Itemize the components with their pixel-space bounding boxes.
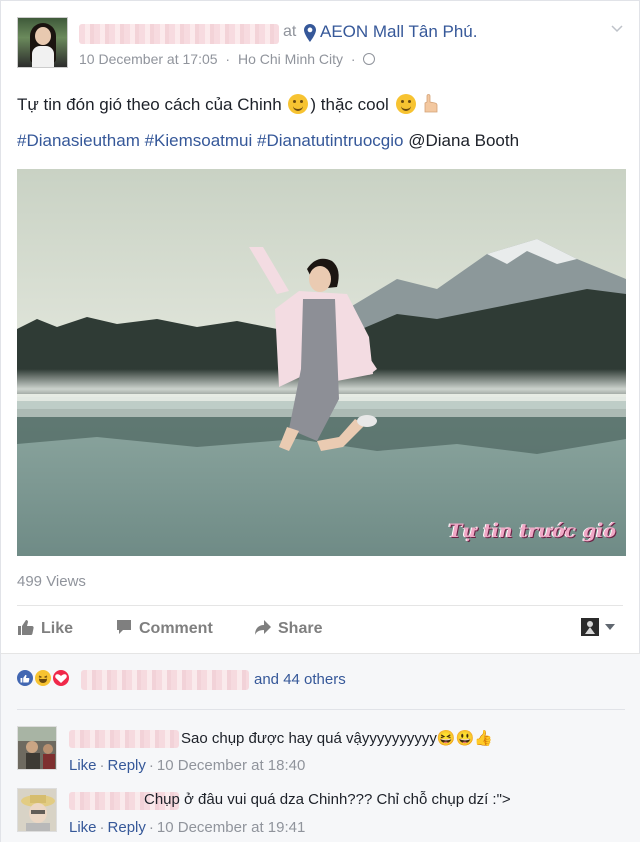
action-bar: Like Comment Share (17, 612, 623, 644)
comments-divider (17, 709, 625, 710)
comment-meta-sep-2: · (148, 757, 154, 774)
comment-meta-sep: · (99, 819, 105, 836)
comment-reply-link[interactable]: Reply (108, 757, 146, 774)
view-count: 499 Views (17, 573, 86, 590)
comment-meta: Like · Reply · 10 December at 18:40 (69, 757, 305, 774)
location-pin-icon (304, 24, 316, 42)
comment-button[interactable]: Comment (115, 618, 213, 638)
post-text: Tự tin đón gió theo cách của Chinh ) thặ… (17, 94, 438, 115)
comment-meta: Like · Reply · 10 December at 19:41 (69, 819, 305, 836)
author-avatar[interactable] (17, 17, 68, 68)
post-photo[interactable]: Tự tin trước gió (17, 169, 626, 556)
post-header: at AEON Mall Tân Phú. 10 December at 17:… (17, 17, 623, 71)
author-name-blurred[interactable] (79, 24, 279, 44)
divider (17, 605, 623, 606)
post-city[interactable]: Ho Chi Minh City (238, 51, 343, 67)
globe-icon[interactable] (363, 53, 376, 65)
comment-meta-sep: · (99, 757, 105, 774)
chevron-down-icon[interactable] (611, 23, 623, 35)
smile-emoji-icon (288, 94, 309, 114)
reactions-and-comments: and 44 others Sao chụp được hay quá vậyy… (1, 653, 640, 842)
profile-thumb-icon (581, 618, 615, 636)
comment-like-link[interactable]: Like (69, 819, 97, 836)
pointing-hand-icon (424, 94, 438, 113)
checkin-place-link[interactable]: AEON Mall Tân Phú. (320, 22, 477, 42)
share-button[interactable]: Share (254, 618, 322, 638)
comment-text: Chụp ở đâu vui quá dza Chinh??? Chỉ chỗ … (144, 791, 511, 808)
mention-link[interactable]: @Diana Booth (408, 131, 519, 150)
share-label: Share (278, 620, 323, 637)
commenter-avatar[interactable] (17, 788, 57, 832)
like-button[interactable]: Like (17, 618, 73, 638)
comment-bubble-icon (117, 620, 131, 634)
commenter-avatar[interactable] (17, 726, 57, 770)
commenter-name-blurred[interactable] (69, 730, 179, 748)
reactions-count-link[interactable]: and 44 others (254, 671, 346, 688)
post-text-part-1: Tự tin đón gió theo cách của Chinh (17, 95, 282, 114)
comment-item: Chụp ở đâu vui quá dza Chinh??? Chỉ chỗ … (17, 788, 625, 842)
comment-timestamp[interactable]: 10 December at 18:40 (157, 757, 305, 774)
reactor-names-blurred[interactable] (81, 670, 249, 690)
share-arrow-icon (255, 620, 271, 635)
audience-selector[interactable] (579, 616, 619, 638)
meta-separator-2: · (350, 51, 356, 67)
smirk-emoji-icon (395, 94, 416, 114)
comment-meta-sep-2: · (148, 819, 154, 836)
post-text-part-2: ) thặc cool (310, 95, 389, 114)
comment-item: Sao chụp được hay quá vậyyyyyyyyyy😆😃👍 Li… (17, 726, 625, 786)
comment-reply-link[interactable]: Reply (108, 819, 146, 836)
post-hashtags: #Dianasieutham #Kiemsoatmui #Dianatutint… (17, 131, 519, 151)
haha-icon[interactable] (33, 668, 53, 688)
like-icon[interactable] (15, 668, 35, 688)
post-meta: 10 December at 17:05 · Ho Chi Minh City … (79, 51, 379, 67)
post-timestamp[interactable]: 10 December at 17:05 (79, 51, 218, 67)
at-text: at (283, 23, 297, 40)
thumbs-up-icon (18, 620, 34, 635)
love-icon[interactable] (51, 668, 71, 688)
comment-like-link[interactable]: Like (69, 757, 97, 774)
meta-separator: · (225, 51, 231, 67)
facebook-post: at AEON Mall Tân Phú. 10 December at 17:… (0, 0, 640, 842)
comment-timestamp[interactable]: 10 December at 19:41 (157, 819, 305, 836)
like-label: Like (41, 620, 74, 637)
comment-label: Comment (139, 620, 213, 637)
comment-text: Sao chụp được hay quá vậyyyyyyyyyy😆😃👍 (181, 730, 493, 747)
hashtag-links[interactable]: #Dianasieutham #Kiemsoatmui #Dianatutint… (17, 131, 404, 150)
photo-caption: Tự tin trước gió (448, 520, 616, 542)
